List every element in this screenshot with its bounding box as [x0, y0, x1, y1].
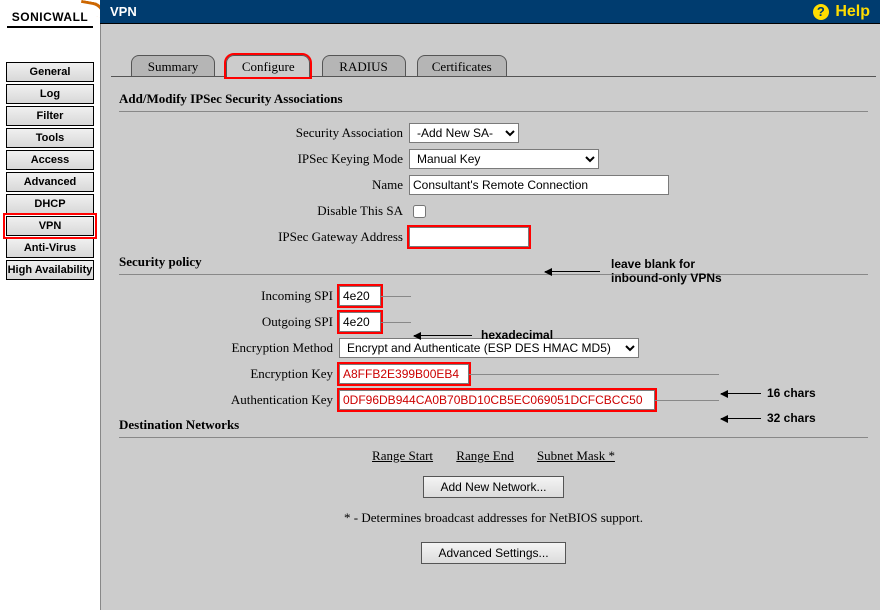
arrow-icon: [721, 393, 761, 394]
name-input[interactable]: [409, 175, 669, 195]
tab-radius[interactable]: RADIUS: [322, 55, 406, 77]
section-destination: Destination Networks: [119, 417, 868, 433]
sidebar-item-general[interactable]: General: [6, 62, 94, 82]
advanced-settings-button[interactable]: Advanced Settings...: [421, 542, 565, 564]
gateway-label: IPSec Gateway Address: [119, 229, 409, 245]
sidebar-item-tools[interactable]: Tools: [6, 128, 94, 148]
sa-select[interactable]: -Add New SA-: [409, 123, 519, 143]
divider: [119, 274, 868, 275]
divider: [119, 111, 868, 112]
dest-columns: Range Start Range End Subnet Mask *: [119, 448, 868, 464]
sidebar-item-log[interactable]: Log: [6, 84, 94, 104]
col-range-end: Range End: [456, 448, 513, 463]
in-spi-label: Incoming SPI: [119, 288, 339, 304]
col-range-start: Range Start: [372, 448, 433, 463]
disable-checkbox[interactable]: [413, 205, 426, 218]
sidebar-item-high-availability[interactable]: High Availability: [6, 260, 94, 280]
sidebar: General Log Filter Tools Access Advanced…: [0, 60, 100, 282]
tab-certificates[interactable]: Certificates: [417, 55, 507, 77]
netbios-note: * - Determines broadcast addresses for N…: [119, 510, 868, 526]
sidebar-item-antivirus[interactable]: Anti-Virus: [6, 238, 94, 258]
name-label: Name: [119, 177, 409, 193]
tabs: Summary Configure RADIUS Certificates: [131, 54, 515, 76]
disable-label: Disable This SA: [119, 203, 409, 219]
sidebar-item-access[interactable]: Access: [6, 150, 94, 170]
help-link[interactable]: ? Help: [813, 0, 870, 24]
logo-text: SONICWALL: [12, 10, 89, 24]
sidebar-item-vpn[interactable]: VPN: [6, 216, 94, 236]
page-title: VPN: [110, 4, 137, 19]
auth-key-label: Authentication Key: [119, 392, 339, 408]
annot-spi: hexadecimal: [481, 328, 553, 342]
keying-select[interactable]: Manual Key: [409, 149, 599, 169]
enc-method-label: Encryption Method: [119, 340, 339, 356]
col-subnet: Subnet Mask *: [537, 448, 615, 463]
topbar: VPN ? Help: [100, 0, 880, 24]
in-spi-input[interactable]: [339, 286, 381, 306]
annot-gateway: leave blank for inbound-only VPNs: [611, 257, 722, 285]
arrow-icon: [545, 271, 600, 272]
out-spi-input[interactable]: [339, 312, 381, 332]
content-area: Summary Configure RADIUS Certificates Ad…: [100, 24, 880, 610]
tab-configure[interactable]: Configure: [226, 55, 310, 77]
section-add-modify: Add/Modify IPSec Security Associations: [119, 91, 868, 107]
panel: Add/Modify IPSec Security Associations S…: [111, 76, 876, 606]
out-spi-label: Outgoing SPI: [119, 314, 339, 330]
gateway-input[interactable]: [409, 227, 529, 247]
section-security-policy: Security policy: [119, 254, 868, 270]
tab-summary[interactable]: Summary: [131, 55, 215, 77]
sa-label: Security Association: [119, 125, 409, 141]
enc-key-label: Encryption Key: [119, 366, 339, 382]
arrow-icon: [414, 335, 472, 336]
add-network-button[interactable]: Add New Network...: [423, 476, 563, 498]
sidebar-item-dhcp[interactable]: DHCP: [6, 194, 94, 214]
logo-underline: [7, 26, 93, 28]
divider: [119, 437, 868, 438]
enc-key-input[interactable]: [339, 364, 469, 384]
logo: SONICWALL: [0, 10, 100, 28]
auth-key-input[interactable]: [339, 390, 655, 410]
logo-area: SONICWALL: [0, 0, 100, 60]
sidebar-item-advanced[interactable]: Advanced: [6, 172, 94, 192]
sidebar-item-filter[interactable]: Filter: [6, 106, 94, 126]
help-icon: ?: [813, 4, 829, 20]
annot-authkey: 32 chars: [767, 411, 816, 425]
arrow-icon: [721, 418, 761, 419]
help-label: Help: [835, 3, 870, 20]
annot-enckey: 16 chars: [767, 386, 816, 400]
keying-label: IPSec Keying Mode: [119, 151, 409, 167]
